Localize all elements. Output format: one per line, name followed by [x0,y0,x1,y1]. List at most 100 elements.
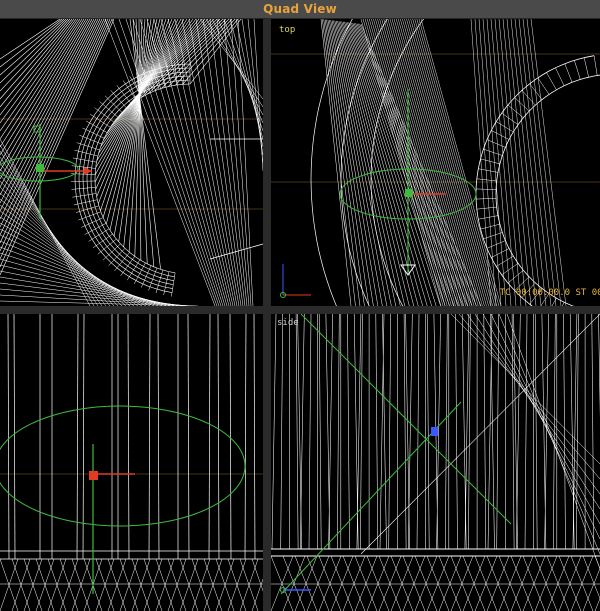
gizmo-center-handle[interactable] [36,164,44,172]
wire-edge [0,19,93,188]
wire-edge [148,314,151,560]
wire-edge [0,19,97,204]
timecode-readout: TC 00:00:00.0 ST 00: [499,288,600,298]
wire-edge [0,19,83,148]
viewport-top[interactable]: top TC 00:00:00.0 ST 00: [271,19,600,306]
wire-edge [483,314,487,550]
wire-edge [375,314,379,550]
wire-edge [360,314,600,555]
viewport-divider-vertical[interactable] [263,19,271,611]
wire-edge [187,314,190,560]
wire-edge [426,314,430,550]
wire-edge [0,19,69,92]
wire-edge [360,23,482,306]
wire-edge [244,314,247,560]
wire-edge [510,19,542,306]
wire-edge [229,314,232,560]
wire-edge [0,162,107,306]
wire-edge [476,198,497,200]
wire-edge [514,97,530,112]
wire-edge [385,19,467,306]
mesh-wires [271,314,600,611]
wire-edge [594,555,600,570]
wire-edge [217,19,263,124]
wire-edge [205,19,263,108]
wire-edge [491,130,510,140]
wire-edge [594,597,600,611]
wire-edge [408,19,489,306]
wire-edge [211,19,263,116]
viewport-label: top [279,25,296,35]
wire-edge [393,19,475,306]
wire-edge [0,19,115,276]
wire-edge [328,314,333,550]
wire-edge [0,19,67,84]
wire-edge [474,19,497,306]
wire-edge [530,19,567,306]
gizmo-center-handle[interactable] [89,471,98,480]
wire-edge [381,19,462,306]
wire-edge [501,263,519,276]
rotate-ring[interactable] [0,405,246,527]
wire-edge [337,314,340,550]
wire-edge [335,20,401,306]
wire-edge [331,20,388,306]
viewport-front[interactable] [0,314,263,611]
title-bar[interactable]: Quad View [0,0,600,19]
wire-edge [0,19,89,172]
wire-edge [582,567,600,611]
wire-edge [576,314,579,550]
wire-edge [356,23,468,306]
wire-edge [216,19,248,306]
wire-edge [0,216,143,306]
wire-edge [188,19,240,306]
wire-edge [537,77,550,95]
wire-edge [13,314,16,560]
wire-edge [0,198,131,306]
wire-edge [526,19,562,306]
gizmo-center-handle[interactable] [405,189,413,197]
gizmo-center-handle[interactable] [431,427,438,436]
wire-edge [7,314,10,560]
wire-edge [99,101,119,118]
wire-edge [534,314,538,550]
wire-edge [174,19,236,306]
wire-edge [574,60,581,80]
wire-edge [379,19,460,306]
wire-edge [375,19,456,306]
wire-edge [81,217,104,228]
wire-edge [157,314,160,560]
wire-edge [114,252,130,272]
wire-edge [518,19,552,306]
wireframe-top [271,19,600,306]
wire-edge [383,19,464,306]
wire-edge [318,314,322,550]
wire-edge [496,255,514,267]
wire-edge [347,314,350,550]
wire-edge [379,314,385,550]
wire-edge [0,19,111,260]
wire-ring [94,83,191,274]
wire-edge [583,57,589,78]
wire-edge [478,215,499,220]
wire-edge [389,19,471,306]
wireframe-front [0,314,263,611]
wire-edge [79,134,102,145]
wire-edge [139,19,226,306]
wire-edge [564,63,573,83]
viewport-side[interactable]: side [271,314,600,611]
viewport-divider-horizontal[interactable] [0,306,600,314]
mesh-wires [310,19,600,306]
wire-edge [0,19,81,140]
wire-edge [271,314,277,550]
gizmo-x-arrow-icon [84,167,92,175]
wire-edge [92,233,113,249]
wire-edge [120,256,135,276]
wire-edge [300,314,305,550]
wire-edge [464,314,470,550]
quad-view-window: Quad View top TC 00:00:00.0 ST 00: side [0,0,600,611]
gizmo-y-handle[interactable] [33,125,41,133]
wire-edge [326,19,370,306]
viewport-perspective[interactable] [0,19,263,306]
wire-edge [582,555,600,600]
